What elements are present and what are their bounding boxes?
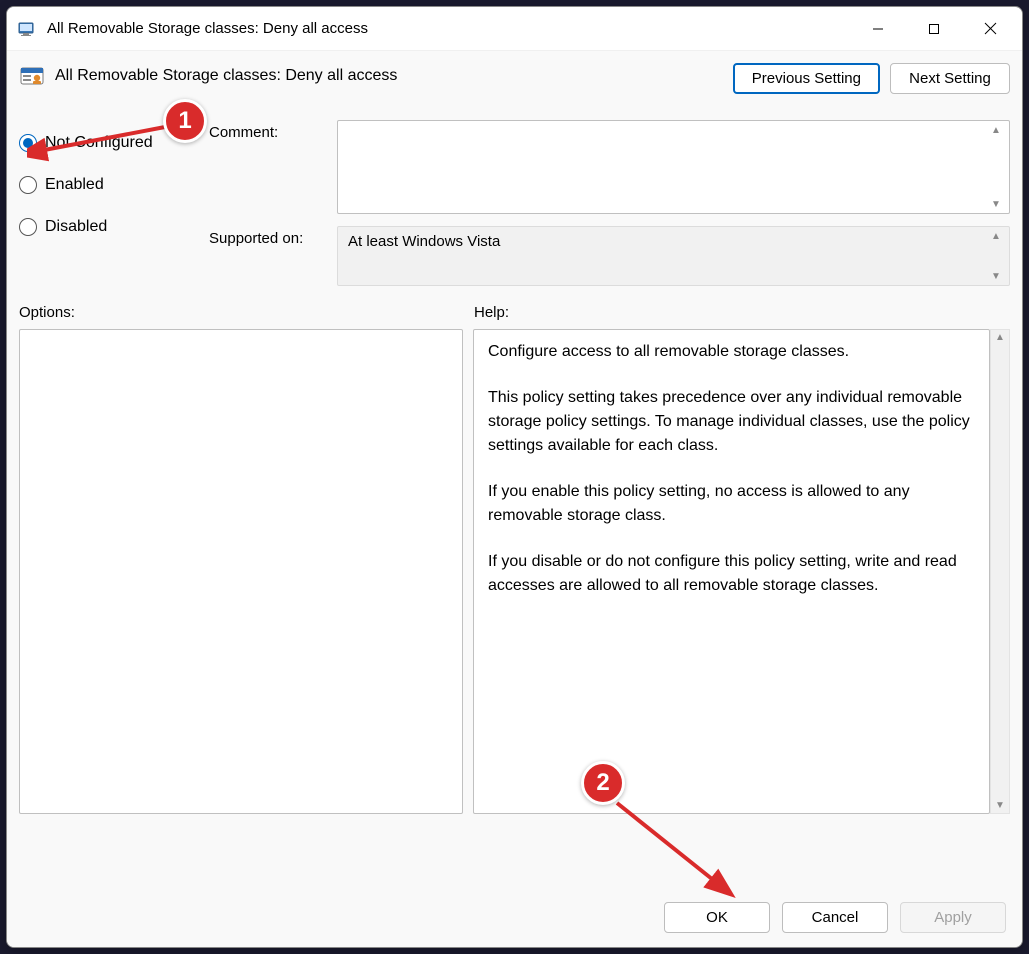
supported-on-box: At least Windows Vista ▲ ▼	[337, 226, 1010, 286]
scroll-down-icon[interactable]: ▼	[995, 800, 1005, 811]
radio-label: Not Configured	[45, 134, 153, 152]
close-button[interactable]	[962, 9, 1018, 49]
gpedit-icon	[17, 19, 37, 39]
help-pane: Configure access to all removable storag…	[473, 329, 990, 814]
annotation-badge-1: 1	[163, 99, 207, 143]
radio-label: Enabled	[45, 176, 104, 194]
scroll-up-icon[interactable]: ▲	[995, 332, 1005, 343]
options-pane	[19, 329, 463, 814]
policy-title: All Removable Storage classes: Deny all …	[55, 67, 397, 85]
header-row: All Removable Storage classes: Deny all …	[19, 61, 1010, 94]
dialog-footer: OK Cancel Apply	[19, 884, 1010, 939]
help-text: Configure access to all removable storag…	[488, 340, 975, 364]
radio-icon	[19, 176, 37, 194]
window-title: All Removable Storage classes: Deny all …	[47, 20, 850, 37]
scroll-down-icon[interactable]: ▼	[987, 269, 1005, 283]
titlebar: All Removable Storage classes: Deny all …	[7, 7, 1022, 51]
comment-label: Comment:	[209, 120, 329, 141]
radio-enabled[interactable]: Enabled	[19, 164, 209, 206]
state-radio-group: Not Configured Enabled Disabled	[19, 120, 209, 286]
help-scrollbar[interactable]: ▲ ▼	[990, 329, 1010, 814]
radio-label: Disabled	[45, 218, 107, 236]
annotation-badge-2: 2	[581, 761, 625, 805]
help-text: If you enable this policy setting, no ac…	[488, 480, 975, 528]
help-text: If you disable or do not configure this …	[488, 550, 975, 598]
ok-button[interactable]: OK	[664, 902, 770, 933]
help-label: Help:	[474, 304, 1010, 321]
config-area: Not Configured Enabled Disabled Comment:	[19, 120, 1010, 286]
supported-label: Supported on:	[209, 226, 329, 247]
next-setting-button[interactable]: Next Setting	[890, 63, 1010, 94]
help-text: This policy setting takes precedence ove…	[488, 386, 975, 458]
radio-icon	[19, 134, 37, 152]
comment-textarea[interactable]: ▲ ▼	[337, 120, 1010, 214]
supported-value: At least Windows Vista	[348, 233, 500, 250]
scroll-up-icon[interactable]: ▲	[987, 123, 1005, 137]
cancel-button[interactable]: Cancel	[782, 902, 888, 933]
dialog-window: All Removable Storage classes: Deny all …	[6, 6, 1023, 948]
apply-button[interactable]: Apply	[900, 902, 1006, 933]
scroll-up-icon[interactable]: ▲	[987, 229, 1005, 243]
dialog-content: All Removable Storage classes: Deny all …	[7, 51, 1022, 947]
radio-disabled[interactable]: Disabled	[19, 206, 209, 248]
options-label: Options:	[19, 304, 474, 321]
maximize-button[interactable]	[906, 9, 962, 49]
minimize-button[interactable]	[850, 9, 906, 49]
scroll-down-icon[interactable]: ▼	[987, 197, 1005, 211]
policy-icon	[19, 63, 45, 89]
previous-setting-button[interactable]: Previous Setting	[733, 63, 880, 94]
radio-icon	[19, 218, 37, 236]
